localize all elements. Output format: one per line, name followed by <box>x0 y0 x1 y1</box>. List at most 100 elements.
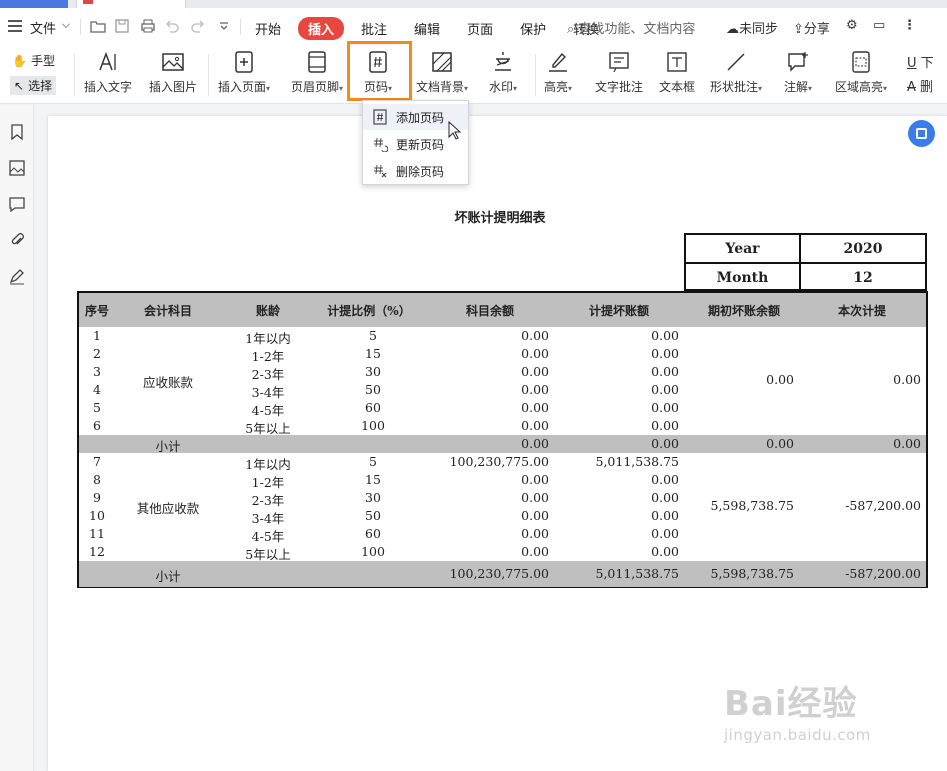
bookmark-icon[interactable] <box>8 123 26 141</box>
area-highlight-button[interactable]: 区域高亮▾ <box>835 50 887 95</box>
shape-annotation-button[interactable]: 形状批注▾ <box>710 50 762 95</box>
subtotal-row: 小计 0.00 0.00 0.00 0.00 <box>79 435 926 454</box>
watermark-brand: Bai经验 <box>724 684 858 724</box>
insert-page-label: 插入页面 <box>218 80 267 94</box>
settings-icon[interactable]: ⚙ <box>846 18 858 33</box>
header-opening: 期初坏账余额 <box>707 304 781 318</box>
cursor-icon: ↖ <box>14 78 25 93</box>
insert-text-icon <box>99 51 116 71</box>
edit-panel-icon <box>916 128 927 139</box>
row-number: 10 <box>89 508 105 523</box>
thumbnail-icon[interactable] <box>8 159 26 177</box>
underline-icon: U <box>907 56 917 71</box>
row-ratio: 60 <box>365 400 381 415</box>
home-tab[interactable] <box>0 0 68 8</box>
watermark-url: jingyan.baidu.com <box>724 726 871 744</box>
textbox-button[interactable]: 文本框 <box>659 50 695 95</box>
insert-text-label: 插入文字 <box>84 80 133 94</box>
redo-icon[interactable] <box>190 18 206 34</box>
row-ratio: 100 <box>361 544 385 559</box>
opening-balance: 0.00 <box>766 372 794 387</box>
attachment-icon[interactable] <box>8 231 26 249</box>
row-balance: 0.00 <box>521 364 549 379</box>
row-number: 11 <box>89 526 105 541</box>
header-account: 会计科目 <box>143 304 193 318</box>
update-page-number-icon <box>374 137 388 152</box>
pdf-icon <box>83 0 93 4</box>
tab-insert[interactable]: 插入 <box>298 17 345 40</box>
header-provision: 计提坏账额 <box>588 304 650 318</box>
row-balance: 0.00 <box>521 526 549 541</box>
header-footer-button[interactable]: 页眉页脚▾ <box>291 50 343 95</box>
row-balance: 0.00 <box>521 472 549 487</box>
doc-background-button[interactable]: 文档背景▾ <box>416 50 468 95</box>
row-number: 8 <box>93 472 101 487</box>
bad-debt-table: 序号 会计科目 账龄 计提比例（%） 科目余额 计提坏账额 期初坏账余额 本次计… <box>77 291 928 588</box>
highlight-button[interactable]: 高亮▾ <box>544 50 572 95</box>
chevron-down-icon[interactable] <box>62 20 70 28</box>
hand-tool[interactable]: ✋ 手型 <box>12 52 55 69</box>
strikethrough-button[interactable]: A 删 <box>907 76 933 95</box>
watermark-label: 水印 <box>489 80 514 94</box>
insert-image-button[interactable]: 插入图片 <box>149 50 197 95</box>
save-icon[interactable] <box>114 18 130 34</box>
underline-button[interactable]: U 下 <box>907 52 934 71</box>
tab-start[interactable]: 开始 <box>245 17 291 40</box>
insert-image-icon <box>162 53 184 71</box>
select-tool[interactable]: ↖ 选择 <box>10 76 57 95</box>
row-ratio: 15 <box>365 472 381 487</box>
subtotal-current: -587,200.00 <box>845 566 921 581</box>
tab-comment[interactable]: 批注 <box>351 17 397 40</box>
row-number: 2 <box>93 346 101 361</box>
file-menu[interactable]: 文件 <box>30 18 56 37</box>
header-current: 本次计提 <box>837 304 887 318</box>
insert-text-button[interactable]: 插入文字 <box>84 50 132 95</box>
search-box[interactable]: ⌕ 查找功能、文档内容 <box>567 18 695 37</box>
insert-page-button[interactable]: 插入页面▾ <box>218 50 270 95</box>
ribbon-toolbar: ✋ 手型 ↖ 选择 插入文字 插入图片 插入页面▾ 页眉页脚▾ 页码▾ 文档背景▾ … <box>0 46 947 104</box>
area-highlight-icon <box>852 51 870 73</box>
note-button[interactable]: 注解▾ <box>784 50 812 95</box>
comment-icon[interactable] <box>8 195 26 213</box>
year-label: Year <box>725 240 760 257</box>
header-footer-icon <box>308 51 326 73</box>
row-balance: 0.00 <box>521 508 549 523</box>
share-icon: ⇪ <box>793 22 804 37</box>
more-icon[interactable]: ⋮ <box>903 18 916 33</box>
text-annotation-button[interactable]: 文字批注 <box>595 50 643 95</box>
feedback-icon[interactable]: ▭ <box>873 18 885 33</box>
row-ratio: 50 <box>365 508 381 523</box>
header-age: 账龄 <box>255 304 281 318</box>
row-ratio: 5 <box>369 454 377 469</box>
document-tab[interactable] <box>76 0 186 8</box>
header-footer-label: 页眉页脚 <box>291 80 340 94</box>
tab-protect[interactable]: 保护 <box>510 17 556 40</box>
subtotal-provision: 0.00 <box>651 436 679 451</box>
sync-label: 未同步 <box>739 22 779 37</box>
watermark-button[interactable]: 水印▾ <box>489 50 517 95</box>
undo-icon[interactable] <box>164 18 180 34</box>
tab-edit[interactable]: 编辑 <box>404 17 450 40</box>
document-title: 坏账计提明细表 <box>454 211 546 226</box>
update-page-number-label: 更新页码 <box>396 137 445 152</box>
strikethrough-label: 删 <box>920 80 934 95</box>
opening-balance: 5,598,738.75 <box>710 498 795 513</box>
subtotal-balance: 100,230,775.00 <box>449 566 549 581</box>
delete-page-number-item[interactable]: 删除页码 <box>363 158 468 184</box>
share-button[interactable]: ⇪分享 <box>793 18 830 37</box>
sync-status[interactable]: ☁未同步 <box>726 18 778 37</box>
row-provision: 0.00 <box>651 382 679 397</box>
menu-icon[interactable] <box>8 20 22 32</box>
row-balance: 0.00 <box>521 346 549 361</box>
open-folder-icon[interactable] <box>90 18 106 34</box>
signature-icon[interactable] <box>8 267 26 285</box>
floating-tool-button[interactable] <box>908 120 935 147</box>
row-number: 12 <box>89 544 105 559</box>
ribbon-tabs: 开始 插入 批注 编辑 页面 保护 转换 <box>245 17 616 40</box>
row-ratio: 30 <box>365 364 381 379</box>
tab-page[interactable]: 页面 <box>457 17 503 40</box>
print-icon[interactable] <box>140 18 156 34</box>
row-provision: 0.00 <box>651 508 679 523</box>
customize-toolbar-icon[interactable] <box>216 18 232 34</box>
note-label: 注解 <box>784 80 809 94</box>
